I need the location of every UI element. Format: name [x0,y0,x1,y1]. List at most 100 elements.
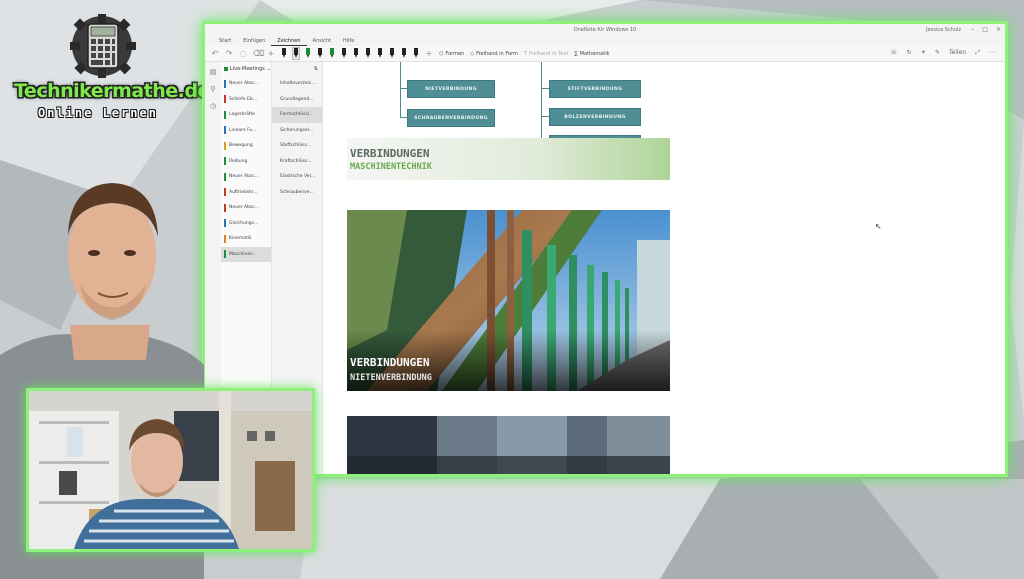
pen-mode-icon[interactable]: ✎ [935,49,940,57]
more-icon[interactable]: ⋯ [989,49,995,57]
section-item[interactable]: Gleichungs... [221,216,271,232]
sync-icon[interactable]: ↻ [907,49,912,57]
section-color-icon [224,95,226,104]
fullscreen-icon[interactable]: ⤢ [975,49,980,57]
section-label: Neuer Absc... [229,174,260,180]
pen-black-8[interactable] [389,48,395,59]
pen-green-1[interactable] [305,48,311,59]
recent-icon[interactable]: ◷ [210,102,216,110]
math-icon: ∑ [574,50,578,57]
share-button[interactable]: Teilen [949,49,966,57]
undo-icon[interactable]: ↶ [211,49,219,58]
pen-black-2[interactable] [292,47,300,60]
math-button[interactable]: ∑ Mathematik [574,51,609,57]
section-label: Neuer Absc... [229,81,260,87]
section-item[interactable]: Auftriebskr... [221,185,271,201]
search-icon[interactable]: ⚲ [210,85,215,93]
section-item[interactable]: Reibung [221,154,271,170]
logo-subtitle: Online Lernen [38,106,158,120]
mouse-cursor-icon: ↖ [875,222,882,231]
section-item[interactable]: Schiefe Eb... [221,92,271,108]
section-color-icon [224,172,226,181]
section-color-icon [224,110,226,119]
section-label: Auftriebskr... [229,189,258,195]
notebook-selector[interactable]: Live-Meetings ⌄ [221,62,271,76]
title-bar: OneNote für Windows 10 Jessica Schulz – … [205,24,1005,36]
ink-to-text-button[interactable]: T Freihand in Text [524,51,568,57]
pen-green-2[interactable] [329,48,335,59]
box-bolzenverbindung: BOLZENVERBINDUNG [549,108,641,126]
page-item[interactable]: Grundlagend... [272,92,322,108]
section-item[interactable]: Lineare Fu... [221,123,271,139]
page-item[interactable]: Stoffschlüss... [272,138,322,154]
pen-black-1[interactable] [281,48,287,59]
pen-black-4[interactable] [341,48,347,59]
section-item[interactable]: Lagerkräfte [221,107,271,123]
lasso-icon[interactable]: ◌ [239,49,247,58]
add-space-icon[interactable]: + [267,49,275,58]
section-label: Bewegung [229,143,253,149]
page-item[interactable]: Schraubenve... [272,185,322,201]
logo-title: Technikermathe.de [14,80,210,102]
section-color-icon [224,219,226,228]
user-name[interactable]: Jessica Schulz [926,27,961,33]
notebook-color-icon [224,67,228,71]
technikermathe-logo: Technikermathe.de Online Lernen [8,14,210,124]
page-item[interactable]: Formschlüssi... [272,107,322,123]
page-canvas[interactable]: NIETVERBINDUNG SCHRAUBENVERBINDUNG STIFT… [323,62,1005,474]
lightbulb-icon[interactable]: ☀ [921,49,926,57]
page-item[interactable]: Kraftschlüss... [272,154,322,170]
slide-maschinentechnik: NIETVERBINDUNG SCHRAUBENVERBINDUNG STIFT… [347,62,670,180]
ink-to-text-icon: T [523,50,527,57]
section-label: Gleichungs... [229,220,259,226]
tab-hilfe[interactable]: Hilfe [337,36,360,46]
pen-black-9[interactable] [401,48,407,59]
section-item[interactable]: Bewegung [221,138,271,154]
draw-ribbon: ↶ ↷ ◌ ⌫ + + ⬡ Formen ◇ Freihand in Form TF… [205,46,1005,62]
ink-to-shape-button[interactable]: ◇ Freihand in Form [470,51,518,57]
section-item[interactable]: Kinematik [221,231,271,247]
pen-black-10[interactable] [413,48,419,59]
tab-ansicht[interactable]: Ansicht [307,36,337,46]
shapes-button[interactable]: ⬡ Formen [439,51,464,57]
maximize-button[interactable]: □ [982,26,988,33]
pen-black-6[interactable] [365,48,371,59]
redo-icon[interactable]: ↷ [225,49,233,58]
notebooks-icon[interactable]: ▤ [210,68,217,76]
section-item[interactable]: Maschinen... [221,246,271,262]
page-item[interactable]: Sicherungsel... [272,123,322,139]
page-item[interactable]: Inhaltsverzeic... [272,76,322,92]
sort-icon[interactable]: ⇅ [314,66,318,72]
pen-black-5[interactable] [353,48,359,59]
section-color-icon [224,203,226,212]
section-item[interactable]: Neuer Absc... [221,200,271,216]
shapes-icon: ⬡ [439,50,444,57]
close-button[interactable]: × [996,26,1001,33]
tab-einfuegen[interactable]: Einfügen [237,36,271,46]
add-pen-icon[interactable]: + [425,49,433,58]
eraser-icon[interactable]: ⌫ [253,49,264,58]
section-item[interactable]: Neuer Absc... [221,169,271,185]
pen-black-3[interactable] [317,48,323,59]
section-label: Reibung [229,158,248,164]
pen-black-7[interactable] [377,48,383,59]
page-item[interactable]: Elastische Ver... [272,169,322,185]
section-color-icon [224,250,226,259]
section-label: Neuer Absc... [229,205,260,211]
minimize-button[interactable]: – [971,26,974,33]
box-stiftverbindung: STIFTVERBINDUNG [549,80,641,98]
slide2-subtitle: NIETENVERBINDUNG [350,373,432,383]
section-color-icon [224,234,226,243]
tab-start[interactable]: Start [213,36,237,46]
tab-zeichnen[interactable]: Zeichnen [271,36,307,46]
box-nietverbindung: NIETVERBINDUNG [407,80,495,98]
slide-title-band: VERBINDUNGEN MASCHINENTECHNIK [347,138,670,180]
section-item[interactable]: Neuer Absc... [221,76,271,92]
window-title: OneNote für Windows 10 [573,27,637,33]
notification-icon[interactable]: ☏ [890,49,898,57]
chevron-down-icon: ⌄ [266,66,271,72]
onenote-window: OneNote für Windows 10 Jessica Schulz – … [202,21,1008,477]
section-color-icon [224,79,226,88]
slide-nietenverbindung: VERBINDUNGEN NIETENVERBINDUNG [347,210,670,391]
section-label: Lagerkräfte [229,112,255,118]
